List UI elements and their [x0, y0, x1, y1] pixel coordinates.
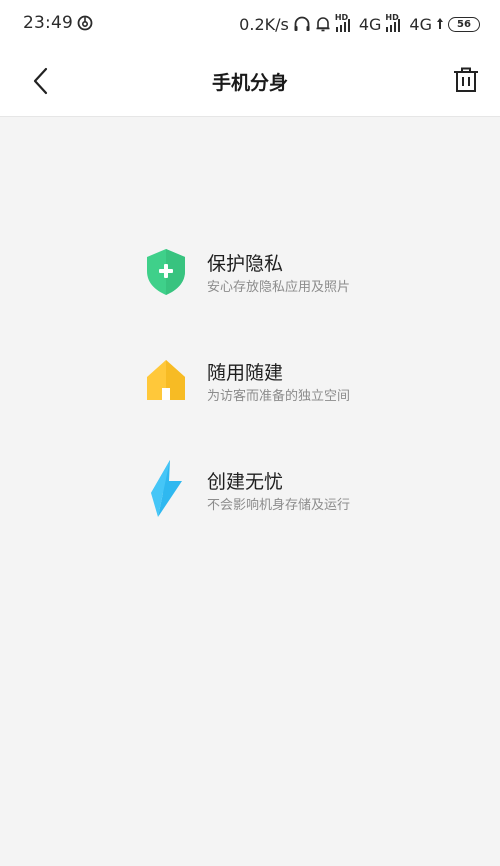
feature-use-anytime: 随用随建 为访客而准备的独立空间	[144, 356, 444, 465]
house-icon	[147, 360, 185, 400]
signal-icon: HD	[335, 13, 355, 33]
feature-desc: 不会影响机身存储及运行	[207, 498, 351, 513]
lightning-icon	[151, 460, 182, 517]
battery-indicator: 56	[448, 16, 480, 32]
network-type-1: 4G	[358, 14, 382, 34]
status-bar: 23:49 0.2K/s HD 4G HD 4G 56	[0, 0, 500, 48]
nav-bar: 手机分身	[0, 48, 500, 117]
delete-button[interactable]	[446, 62, 486, 102]
status-indicators: 0.2K/s HD 4G HD 4G 56	[239, 13, 480, 35]
page-title: 手机分身	[211, 72, 288, 94]
net-speed: 0.2K/s	[239, 14, 289, 34]
trash-icon	[454, 67, 478, 92]
network-type-2: 4G	[409, 14, 432, 34]
feature-title: 保护隐私	[207, 253, 284, 275]
signal-icon: HD	[385, 13, 405, 33]
data-arrow-icon	[437, 18, 443, 29]
feature-title: 创建无忧	[207, 471, 284, 493]
feature-list: 保护隐私 安心存放隐私应用及照片 随用随建 为访客而准备的独立空间 创建无忧 不…	[144, 247, 444, 574]
headphones-icon	[294, 16, 310, 31]
status-time: 23:49	[23, 13, 73, 33]
feature-protect-privacy: 保护隐私 安心存放隐私应用及照片	[144, 247, 444, 356]
app-notification-icon	[77, 15, 93, 31]
shield-icon	[147, 249, 185, 295]
bell-icon	[316, 17, 330, 32]
feature-desc: 安心存放隐私应用及照片	[207, 280, 351, 295]
feature-title: 随用随建	[207, 362, 284, 384]
feature-desc: 为访客而准备的独立空间	[207, 389, 351, 404]
feature-worry-free: 创建无忧 不会影响机身存储及运行	[144, 460, 444, 574]
